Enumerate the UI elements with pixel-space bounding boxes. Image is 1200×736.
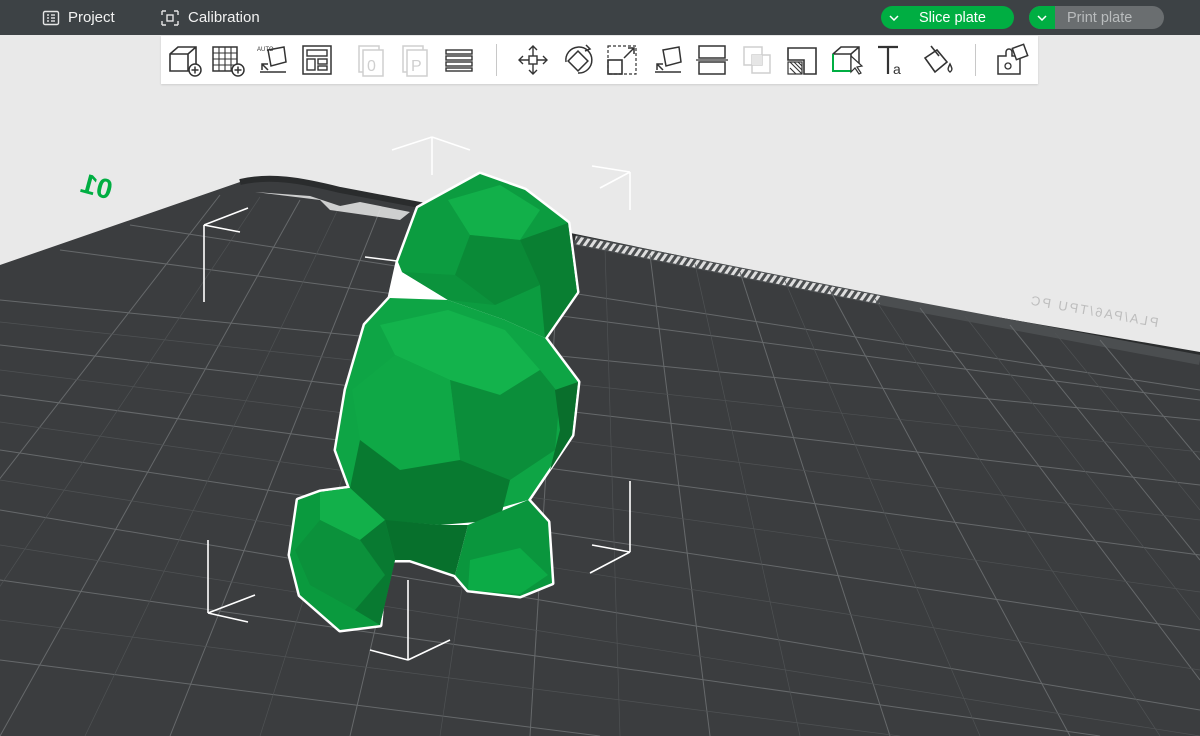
calibration-tab[interactable]: Calibration <box>160 0 260 35</box>
support-painting-icon <box>787 47 817 75</box>
add-object-icon <box>169 46 202 77</box>
3d-viewport[interactable]: 01 PLA/PA6/TPU PC AUTO 0 P a <box>0 35 1200 736</box>
text-emboss-button[interactable]: a <box>872 40 912 80</box>
toolbar-separator <box>496 44 497 76</box>
boolean-button[interactable] <box>737 40 777 80</box>
auto-orient-icon: AUTO <box>257 46 287 73</box>
add-plate-button[interactable] <box>207 40 247 80</box>
split-to-objects-button[interactable]: 0 <box>351 40 391 80</box>
move-button[interactable] <box>513 40 553 80</box>
print-plate-label: Print plate <box>1067 9 1133 26</box>
layers-button[interactable] <box>439 40 479 80</box>
auto-orient-button[interactable]: AUTO <box>252 40 292 80</box>
toolbar-separator <box>975 44 976 76</box>
project-icon <box>42 10 60 25</box>
svg-text:a: a <box>893 61 901 77</box>
assembly-icon <box>997 43 1029 75</box>
scene-canvas: 01 PLA/PA6/TPU PC <box>0 35 1200 736</box>
split-to-parts-button[interactable]: P <box>395 40 435 80</box>
lay-on-face-icon <box>655 46 682 73</box>
project-tab[interactable]: Project <box>42 0 115 35</box>
color-painting-icon <box>923 45 953 74</box>
main-toolbar: AUTO 0 P a <box>161 36 1038 84</box>
project-tab-label: Project <box>68 9 115 26</box>
split-to-parts-icon: P <box>402 45 428 77</box>
add-object-button[interactable] <box>164 40 204 80</box>
seam-painting-button[interactable] <box>827 40 867 80</box>
text-emboss-icon: a <box>878 45 901 77</box>
assembly-button[interactable] <box>992 40 1032 80</box>
support-painting-button[interactable] <box>782 40 822 80</box>
print-dropdown-chevron-icon[interactable] <box>1029 6 1055 29</box>
print-plate-button[interactable]: Print plate <box>1029 6 1164 29</box>
svg-text:0: 0 <box>367 58 376 75</box>
boolean-icon <box>743 46 771 74</box>
calibration-tab-label: Calibration <box>188 9 260 26</box>
slice-dropdown-chevron-icon[interactable] <box>881 6 907 29</box>
color-painting-button[interactable] <box>917 40 957 80</box>
arrange-icon <box>302 45 332 75</box>
arrange-button[interactable] <box>297 40 337 80</box>
rotate-button[interactable] <box>558 40 598 80</box>
top-bar: Project Calibration Slice plate Print pl… <box>0 0 1200 35</box>
cut-icon <box>696 45 728 75</box>
svg-text:P: P <box>411 58 422 75</box>
split-to-objects-icon: 0 <box>358 45 384 77</box>
rotate-icon <box>565 44 593 74</box>
slice-plate-label: Slice plate <box>919 9 986 26</box>
cut-button[interactable] <box>692 40 732 80</box>
slice-plate-button[interactable]: Slice plate <box>881 6 1014 29</box>
scale-button[interactable] <box>602 40 642 80</box>
seam-painting-icon <box>832 46 864 75</box>
lay-on-face-button[interactable] <box>647 40 687 80</box>
move-icon <box>518 45 548 75</box>
scale-icon <box>607 45 637 75</box>
calibration-icon <box>161 9 179 26</box>
layers-icon <box>445 49 473 72</box>
add-plate-icon <box>212 46 245 77</box>
